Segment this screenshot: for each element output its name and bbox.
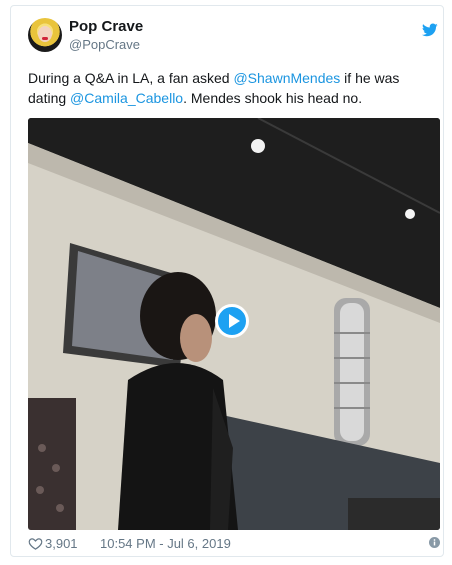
mention-link-shawnmendes[interactable]: @ShawnMendes <box>233 70 340 86</box>
user-handle[interactable]: @PopCrave <box>69 37 140 52</box>
like-count[interactable]: 3,901 <box>45 536 78 551</box>
avatar[interactable] <box>28 18 62 52</box>
tweet-text-part: . Mendes shook his head no. <box>183 90 363 106</box>
timestamp[interactable]: 10:54 PM - Jul 6, 2019 <box>100 536 231 551</box>
twitter-bird-icon[interactable] <box>421 22 439 38</box>
heart-icon[interactable] <box>28 536 43 551</box>
info-icon[interactable] <box>429 537 440 548</box>
tweet-text: During a Q&A in LA, a fan asked @ShawnMe… <box>28 68 433 108</box>
play-button[interactable] <box>215 304 249 338</box>
tweet-text-part: During a Q&A in LA, a fan asked <box>28 70 234 86</box>
avatar-lips <box>42 37 48 40</box>
tweet-footer: 3,901 10:54 PM - Jul 6, 2019 <box>28 536 440 554</box>
mention-link-camila-cabello[interactable]: @Camila_Cabello <box>70 90 183 106</box>
video-player[interactable] <box>28 118 440 530</box>
display-name[interactable]: Pop Crave <box>69 18 143 35</box>
tweet-card[interactable]: Pop Crave @PopCrave During a Q&A in LA, … <box>10 5 444 557</box>
play-icon <box>229 314 240 328</box>
